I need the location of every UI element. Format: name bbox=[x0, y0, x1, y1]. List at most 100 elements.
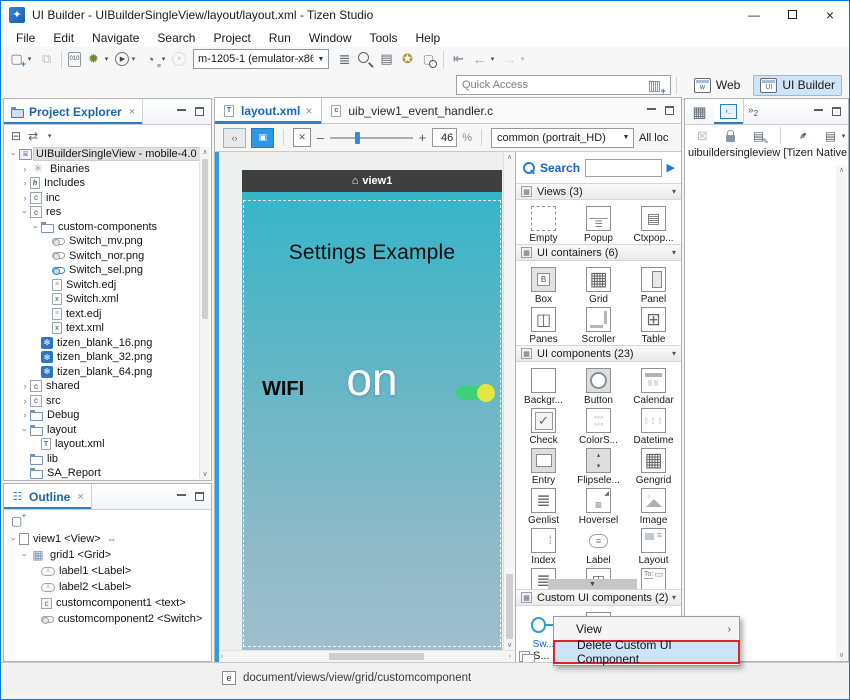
tree-item-debug[interactable]: ›Debug bbox=[5, 408, 199, 423]
palette-item-table[interactable]: Table bbox=[626, 303, 681, 343]
palette-scroll-hint[interactable]: ▼ bbox=[548, 579, 637, 589]
palette-item-calendar[interactable]: Calendar bbox=[626, 364, 681, 404]
menu-item-file[interactable]: File bbox=[7, 31, 44, 45]
palette-item-empty[interactable]: Empty bbox=[516, 202, 571, 242]
chevron-right-icon[interactable]: › bbox=[20, 396, 30, 406]
tree-item-layout[interactable]: ›layout bbox=[5, 423, 199, 438]
tree-item-includes[interactable]: ›Includes bbox=[5, 176, 199, 191]
tree-item-inc[interactable]: ›inc bbox=[5, 191, 199, 206]
tree-item-res[interactable]: ›res bbox=[5, 205, 199, 220]
tree-item-shared[interactable]: ›shared bbox=[5, 379, 199, 394]
scroll-lock-button[interactable] bbox=[720, 125, 741, 146]
tree-item-tizen-blank-16-png[interactable]: tizen_blank_16.png bbox=[5, 336, 199, 351]
palette-item-box[interactable]: Box bbox=[516, 263, 571, 303]
collapse-all-icon[interactable]: ⊟ bbox=[11, 129, 21, 143]
palette-item-flipsele[interactable]: Flipsele... bbox=[571, 444, 626, 484]
tree-item-sa-report[interactable]: SA_Report bbox=[5, 466, 199, 479]
close-tab-icon[interactable]: × bbox=[77, 491, 83, 503]
chevron-right-icon[interactable]: › bbox=[20, 381, 30, 391]
zoom-slider-thumb[interactable] bbox=[355, 132, 360, 144]
maximize-panel-icon[interactable] bbox=[195, 492, 204, 501]
scroll-up-icon[interactable]: ∧ bbox=[836, 166, 847, 174]
zoom-value-input[interactable]: 46 bbox=[432, 128, 457, 147]
search-go-icon[interactable]: ▶ bbox=[667, 161, 675, 174]
minimize-editor-icon[interactable] bbox=[647, 107, 656, 110]
chevron-down-icon[interactable]: › bbox=[9, 149, 19, 159]
quick-access-input[interactable] bbox=[456, 75, 671, 95]
dropdown-caret-icon[interactable]: ▾ bbox=[839, 132, 848, 140]
link-with-editor-icon[interactable]: ⇄ bbox=[28, 129, 38, 143]
palette-item-check[interactable]: Check bbox=[516, 404, 571, 444]
tree-item-uibuildersingleview-mobile-4-0[interactable]: ›UIBuilderSingleView - mobile-4.0 bbox=[5, 147, 199, 162]
minimize-panel-icon[interactable] bbox=[177, 108, 186, 111]
tree-item-switch-mv-png[interactable]: Switch_mv.png bbox=[5, 234, 199, 249]
tree-item-switch-xml[interactable]: Switch.xml bbox=[5, 292, 199, 307]
wifi-label[interactable]: WIFI bbox=[262, 378, 304, 401]
console-output[interactable]: ∧ ∨ bbox=[686, 165, 847, 660]
tree-item-customcomponent1-text[interactable]: customcomponent1 <text> bbox=[5, 595, 210, 611]
palette-item-datetime[interactable]: Datetime bbox=[626, 404, 681, 444]
design-view-button[interactable]: ▣ bbox=[251, 128, 274, 148]
context-menu-item-view[interactable]: View› bbox=[554, 618, 739, 640]
tree-item-view1-view[interactable]: ›view1 <View>⇔ bbox=[5, 531, 210, 547]
binary-button[interactable] bbox=[66, 51, 83, 68]
canvas-vertical-scrollbar[interactable]: ∧ ∨ bbox=[503, 152, 515, 650]
back-button[interactable]: ▾ bbox=[469, 50, 499, 69]
scroll-left-icon[interactable]: ‹ bbox=[221, 653, 223, 660]
menu-item-run[interactable]: Run bbox=[260, 31, 300, 45]
zoom-slider[interactable] bbox=[330, 131, 413, 145]
tree-item-label1-label[interactable]: label1 <Label> bbox=[5, 563, 210, 579]
collapse-section-icon[interactable]: ▾ bbox=[672, 187, 676, 196]
tree-item-label2-label[interactable]: label2 <Label> bbox=[5, 579, 210, 595]
resolution-select[interactable]: common (portrait_HD) ▼ bbox=[491, 128, 634, 148]
inspect-button[interactable] bbox=[355, 50, 376, 69]
debug-button[interactable]: ▾ bbox=[83, 50, 113, 69]
tab-event-handler-c[interactable]: uib_view1_event_handler.c bbox=[322, 98, 502, 124]
source-view-button[interactable]: ‹› bbox=[223, 128, 246, 148]
palette-section-ui-containers-6[interactable]: ▦UI containers (6)▾ bbox=[516, 244, 681, 261]
chevron-right-icon[interactable]: › bbox=[20, 410, 30, 420]
palette-item-label[interactable]: Label bbox=[571, 524, 626, 564]
palette-item-popup[interactable]: Popup bbox=[571, 202, 626, 242]
context-menu-item-delete-custom-ui-component[interactable]: Delete Custom UI Component bbox=[553, 640, 740, 664]
tree-item-src[interactable]: ›src bbox=[5, 394, 199, 409]
edit-console-button[interactable] bbox=[748, 126, 769, 145]
collapse-section-icon[interactable]: ▾ bbox=[672, 593, 676, 602]
chevron-right-icon[interactable]: › bbox=[20, 178, 30, 188]
palette-item-panes[interactable]: Panes bbox=[516, 303, 571, 343]
pin-console-button[interactable] bbox=[792, 126, 813, 145]
tree-item-lib[interactable]: lib bbox=[5, 452, 199, 467]
console-list-button[interactable]: ▾ bbox=[820, 126, 850, 145]
device-combo[interactable]: m-1205-1 (emulator-x86)▼ bbox=[193, 49, 329, 69]
fit-to-view-button[interactable]: ✕ bbox=[293, 128, 311, 147]
profile-button[interactable]: ▾ bbox=[140, 50, 170, 69]
menu-item-project[interactable]: Project bbox=[204, 31, 259, 45]
scroll-up-icon[interactable]: ∧ bbox=[200, 148, 210, 156]
tree-item-custom-components[interactable]: ›custom-components bbox=[5, 220, 199, 235]
project-tree-scrollbar[interactable]: ∧ ∨ bbox=[199, 147, 210, 479]
chevron-down-icon[interactable]: › bbox=[31, 222, 41, 232]
canvas-horizontal-scrollbar[interactable]: ‹ › bbox=[219, 650, 515, 662]
minimize-panel-icon[interactable] bbox=[814, 108, 823, 111]
tree-item-text-xml[interactable]: text.xml bbox=[5, 321, 199, 336]
tree-item-tizen-blank-64-png[interactable]: tizen_blank_64.png bbox=[5, 365, 199, 380]
tab-overflow-indicator[interactable]: »2 bbox=[744, 105, 762, 118]
palette-item-button[interactable]: Button bbox=[571, 364, 626, 404]
minimize-button[interactable]: — bbox=[735, 1, 773, 28]
view-body[interactable]: Settings Example on WIFI bbox=[242, 192, 502, 650]
tree-item-text-edj[interactable]: text.edj bbox=[5, 307, 199, 322]
problems-list-button[interactable] bbox=[334, 50, 355, 69]
chevron-down-icon[interactable]: › bbox=[20, 425, 30, 435]
palette-item-colors[interactable]: ColorS... bbox=[571, 404, 626, 444]
new-view-icon[interactable]: ▢+ bbox=[11, 514, 22, 528]
dropdown-caret-icon[interactable]: ▾ bbox=[25, 55, 34, 63]
chevron-down-icon[interactable]: › bbox=[20, 207, 30, 217]
heading-label[interactable]: Settings Example bbox=[242, 241, 502, 265]
palette-item-scroller[interactable]: Scroller bbox=[571, 303, 626, 343]
zoom-out-button[interactable]: – bbox=[316, 130, 325, 145]
scroll-right-icon[interactable]: › bbox=[509, 653, 511, 660]
console-tab-terminal[interactable] bbox=[714, 99, 744, 124]
console-tab-table-view[interactable] bbox=[685, 99, 714, 124]
last-edit-location-button[interactable] bbox=[448, 50, 469, 69]
collapse-section-icon[interactable]: ▾ bbox=[672, 349, 676, 358]
